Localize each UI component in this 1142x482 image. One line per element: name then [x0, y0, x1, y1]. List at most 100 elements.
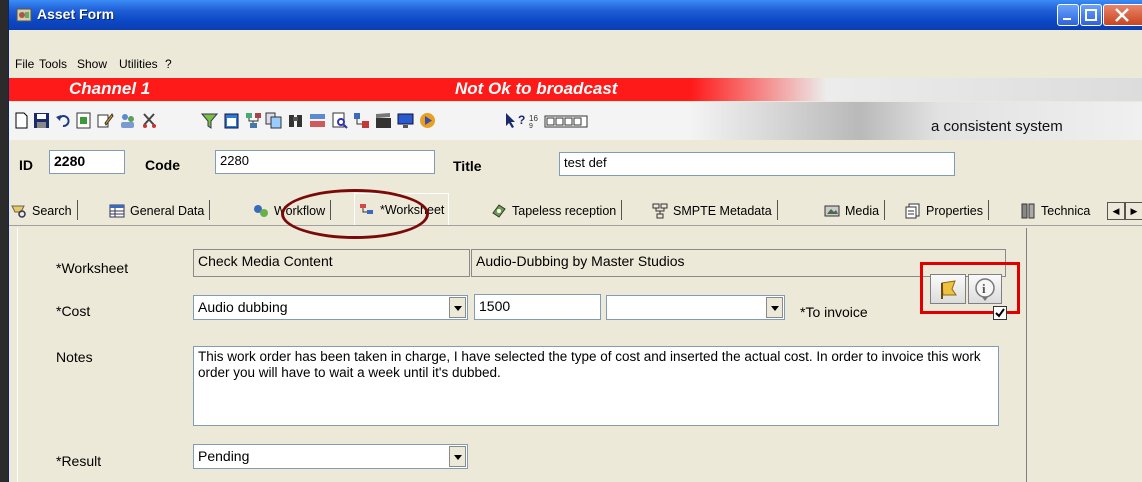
svg-text:9: 9 [529, 123, 533, 129]
id-label: ID [19, 157, 33, 173]
menu-show[interactable]: Show [77, 57, 107, 71]
info-button[interactable]: i [968, 274, 1002, 304]
to-invoice-label: *To invoice [800, 304, 868, 320]
result-label: *Result [56, 453, 102, 469]
tab-label: Search [32, 204, 72, 218]
slogan-text: a consistent system [931, 118, 1063, 135]
preview-icon[interactable] [331, 112, 348, 129]
cut-icon[interactable] [141, 112, 158, 129]
id-field[interactable]: 2280 [49, 150, 125, 174]
search-icon [11, 205, 26, 218]
flag-icon [941, 280, 957, 299]
tree-icon[interactable] [353, 112, 370, 129]
calendar-icon[interactable] [223, 112, 240, 129]
worksheet-label: *Worksheet [56, 260, 129, 276]
tab-scroll-right-button[interactable]: ▶ [1125, 202, 1142, 220]
tab-smpte-metadata[interactable]: SMPTE Metadata [652, 198, 778, 224]
cost-extra-select[interactable] [606, 295, 785, 320]
tab-general-data[interactable]: General Data [109, 198, 211, 224]
result-select[interactable]: Pending [193, 444, 468, 469]
archive-icon[interactable] [309, 112, 326, 129]
minimize-button[interactable] [1057, 4, 1079, 26]
cost-type-select[interactable]: Audio dubbing [193, 295, 468, 320]
clapper-icon[interactable] [375, 112, 392, 129]
toolbar: ? 16 9 a consistent system [9, 102, 1142, 140]
right-blank-area [1027, 228, 1142, 482]
close-button[interactable] [1103, 4, 1142, 26]
to-invoice-checkbox[interactable] [993, 306, 1007, 320]
menu-file[interactable]: File [15, 57, 34, 71]
tab-technical[interactable]: Technica [1020, 198, 1110, 224]
svg-text:?: ? [518, 113, 525, 127]
worksheet-panel: *Worksheet Check Media Content Audio-Dub… [17, 228, 1027, 482]
aspect-ratio-icon[interactable]: 169 [529, 112, 589, 129]
cost-type-value: Audio dubbing [198, 299, 288, 315]
undo-icon[interactable] [55, 112, 72, 129]
chevron-down-icon[interactable] [449, 297, 466, 318]
tab-properties[interactable]: Properties [905, 198, 989, 224]
maximize-button[interactable] [1080, 4, 1102, 26]
report-icon[interactable] [75, 112, 92, 129]
users-icon[interactable] [119, 112, 136, 129]
tab-search[interactable]: Search [11, 198, 78, 224]
network-icon[interactable] [245, 112, 262, 129]
banner-stripe [691, 78, 1142, 101]
properties-icon [905, 203, 920, 219]
cost-label: *Cost [56, 303, 91, 319]
code-field[interactable]: 2280 [215, 150, 435, 174]
result-value: Pending [198, 448, 250, 464]
title-bar[interactable]: Asset Form [9, 0, 1142, 30]
table-icon [109, 204, 125, 218]
menu-bar: File Tools Show Utilities ? [9, 52, 1142, 76]
flag-button[interactable] [930, 274, 966, 304]
channel-status-bar: Channel 1 Not Ok to broadcast [9, 78, 1142, 101]
save-icon[interactable] [33, 112, 50, 129]
media-icon [824, 205, 840, 217]
technical-icon [1021, 203, 1035, 219]
menu-tools[interactable]: Tools [39, 57, 67, 71]
copy-icon[interactable] [265, 112, 282, 129]
tab-label: Media [845, 204, 880, 218]
title-field[interactable]: test def [559, 152, 955, 176]
tab-label: Technica [1041, 204, 1091, 218]
tab-scroll-left-button[interactable]: ◀ [1107, 202, 1125, 220]
new-document-icon[interactable] [13, 112, 30, 129]
tab-bar: Search General Data Workflow *Worksheet … [9, 190, 1142, 226]
asset-form-window: Asset Form File Tools Show Utilities ? C… [8, 0, 1142, 482]
chevron-down-icon[interactable] [449, 446, 466, 467]
help-pointer-icon[interactable]: ? [505, 112, 527, 129]
menu-help[interactable]: ? [165, 57, 172, 71]
tab-label: General Data [130, 204, 205, 218]
cost-amount-field[interactable]: 1500 [474, 294, 601, 320]
notes-textarea[interactable]: This work order has been taken in charge… [193, 346, 999, 426]
channel-name: Channel 1 [69, 79, 151, 98]
tab-tapeless-reception[interactable]: Tapeless reception [491, 198, 623, 224]
worksheet-name-field: Check Media Content [193, 249, 470, 277]
play-icon[interactable] [419, 112, 436, 129]
tab-label: SMPTE Metadata [673, 204, 772, 218]
title-label: Title [453, 158, 482, 174]
filter-icon[interactable] [201, 112, 218, 129]
reception-icon [492, 204, 506, 218]
notes-label: Notes [56, 349, 93, 365]
checkmark-icon [995, 308, 1005, 318]
edit-icon[interactable] [97, 112, 114, 129]
asset-header-row: ID 2280 Code 2280 Title test def [9, 140, 1142, 190]
code-label: Code [145, 157, 180, 173]
menu-utilities[interactable]: Utilities [119, 57, 158, 71]
workflow-icon [254, 205, 268, 217]
info-icon: i [975, 278, 995, 301]
svg-text:i: i [982, 281, 986, 296]
chevron-down-icon[interactable] [766, 297, 783, 318]
monitor-icon[interactable] [397, 112, 414, 129]
tab-label: Tapeless reception [512, 204, 617, 218]
broadcast-status: Not Ok to broadcast [455, 79, 618, 98]
window-title: Asset Form [37, 6, 115, 22]
binoculars-icon[interactable] [287, 112, 304, 129]
metadata-icon [652, 203, 668, 219]
tab-label: Properties [926, 204, 983, 218]
tab-media[interactable]: Media [824, 198, 886, 224]
app-icon [16, 8, 32, 22]
close-icon [1115, 8, 1129, 22]
svg-text:16: 16 [529, 114, 538, 123]
